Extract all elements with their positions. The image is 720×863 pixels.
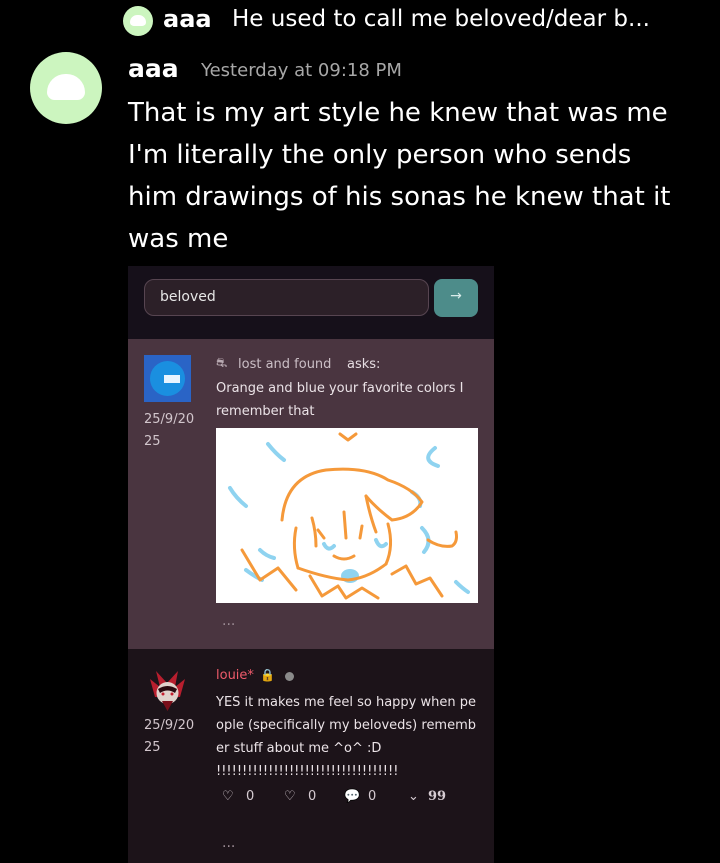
search-value: beloved [160,289,216,305]
comment-count: 0 [368,789,377,804]
message-author[interactable]: aaa [128,54,179,83]
message-timestamp: Yesterday at 09:18 PM [201,60,402,81]
action-bar: ♡ 0 ♡ 0 💬 0 ⌄ 99 [222,789,482,811]
message-text: That is my art style he knew that was me… [128,98,671,254]
heart-count: 0 [308,789,317,804]
comment-icon[interactable]: 💬 [344,789,360,804]
more-button[interactable]: ... [222,613,235,629]
post-date: 25/9/20 25 [144,412,195,449]
reply-preview-text[interactable]: He used to call me beloved/dear b... [232,6,702,32]
reply-avatar[interactable] [123,6,153,36]
chevron-down-icon[interactable]: ⌄ [408,789,419,804]
post-text: Orange and blue your favorite colors I r… [216,381,464,419]
more-button[interactable]: ... [222,835,235,851]
heart-icon[interactable]: ♡ [284,789,296,804]
post-text: YES it makes me feel so happy when peopl… [216,695,477,779]
search-input[interactable]: beloved [144,279,429,316]
asker-name[interactable]: lost and found [238,357,331,372]
asks-label: asks: [347,357,381,372]
anonymous-icon: ⛐ [216,356,228,371]
search-submit-button[interactable]: → [434,279,478,317]
louie-avatar[interactable] [144,667,191,714]
author-name[interactable]: louie* [216,668,254,683]
lock-icon: 🔒 [260,668,275,682]
reply-post: louie* 🔒 25/9/20 25 YES it makes me feel… [128,649,494,863]
quote-icon[interactable]: 99 [428,789,446,804]
asker-avatar[interactable] [144,355,191,402]
post-date: 25/9/20 25 [144,718,195,755]
drawing-image[interactable] [216,428,478,603]
avatar[interactable] [30,52,102,124]
attached-screenshot[interactable]: beloved → ⛐ lost and found asks: 25/9/20… [128,266,494,863]
reply-author[interactable]: aaa [163,5,212,33]
like-icon[interactable]: ♡ [222,789,234,804]
search-result-post: ⛐ lost and found asks: 25/9/20 25 Orange… [128,339,494,649]
status-dot [285,672,294,681]
arrow-right-icon: → [450,288,462,304]
like-count: 0 [246,789,255,804]
